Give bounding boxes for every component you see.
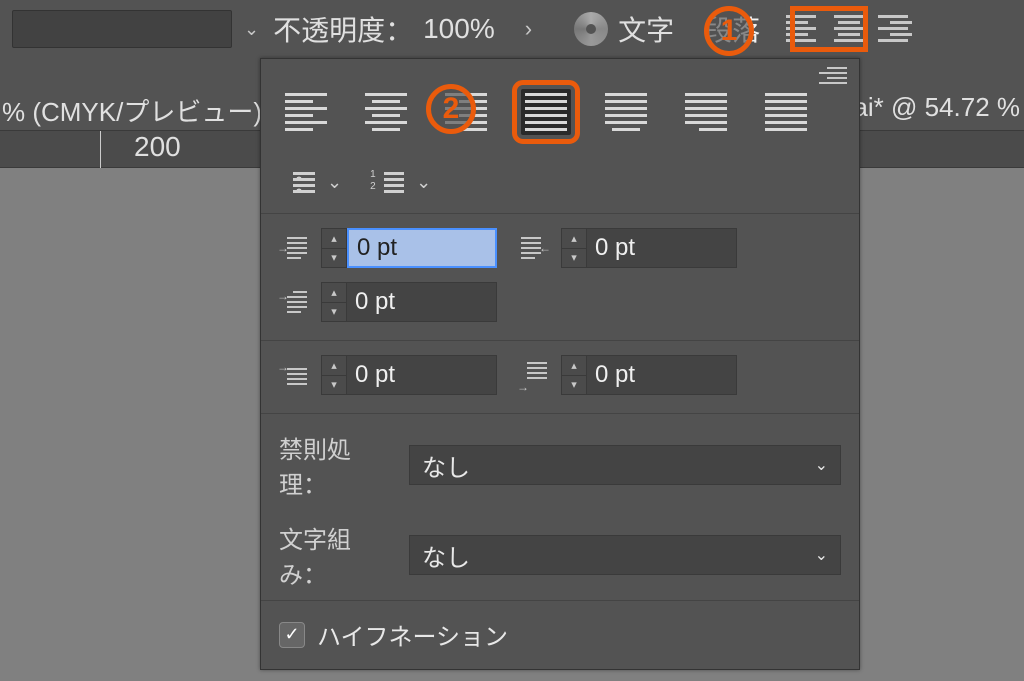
stepper-up-icon[interactable]: ▴ [322, 283, 346, 303]
first-line-indent-input[interactable] [347, 282, 497, 322]
paragraph-panel: ⌄ 12 ⌄ → ▴▾ ← [260, 58, 860, 670]
stepper-up-icon[interactable]: ▴ [322, 356, 346, 376]
mojikumi-select[interactable]: なし ⌄ [409, 535, 841, 575]
kinsoku-select[interactable]: なし ⌄ [409, 445, 841, 485]
stepper-down-icon[interactable]: ▾ [322, 376, 346, 395]
document-tab-left: % (CMYK/プレビュー) [2, 92, 262, 129]
stepper-down-icon[interactable]: ▾ [322, 249, 346, 268]
space-after-input[interactable] [587, 355, 737, 395]
mojikumi-row: 文字組み： なし ⌄ [261, 510, 859, 600]
annotation-1: 1 [704, 6, 754, 56]
justify-all-button[interactable] [521, 89, 571, 135]
justify-last-right-button[interactable] [681, 89, 731, 135]
swatch-dropdown-chevron-icon[interactable]: ⌄ [244, 19, 259, 40]
stepper-up-icon[interactable]: ▴ [562, 229, 586, 249]
chevron-down-icon[interactable]: ⌄ [327, 172, 342, 193]
document-tab-right: .ai* @ 54.72 % [846, 92, 1020, 123]
indent-left-stepper[interactable]: ▴▾ [321, 228, 497, 268]
stepper-down-icon[interactable]: ▾ [562, 376, 586, 395]
space-before-input[interactable] [347, 355, 497, 395]
fill-swatch[interactable] [12, 10, 232, 48]
space-before-icon: → [279, 360, 309, 390]
indent-section: → ▴▾ ← ▴▾ → [261, 213, 859, 340]
kinsoku-value: なし [422, 448, 470, 483]
stepper-buttons[interactable]: ▴▾ [561, 228, 587, 268]
ruler-tick [100, 131, 101, 169]
indent-left-icon: → [279, 233, 309, 263]
cd-icon[interactable] [574, 12, 608, 46]
hyphenation-checkbox[interactable]: ✓ [279, 622, 305, 648]
chevron-down-icon: ⌄ [815, 455, 828, 475]
stepper-down-icon[interactable]: ▾ [322, 303, 346, 322]
ruler-mark-200: 200 [134, 131, 181, 163]
kinsoku-row: 禁則処理： なし ⌄ [261, 420, 859, 510]
panel-menu-icon[interactable] [819, 67, 847, 87]
first-line-indent-stepper[interactable]: ▴▾ [321, 282, 497, 322]
hyphenation-row: ✓ ハイフネーション [261, 600, 859, 668]
space-before-stepper[interactable]: ▴▾ [321, 355, 497, 395]
align-center-button[interactable] [361, 89, 411, 135]
toolbar-align-group [786, 15, 912, 43]
bullet-list-control[interactable]: ⌄ [281, 169, 342, 195]
stepper-buttons[interactable]: ▴▾ [321, 228, 347, 268]
opacity-next-icon[interactable]: › [525, 16, 532, 42]
toolbar-align-left-icon[interactable] [786, 15, 820, 43]
stepper-down-icon[interactable]: ▾ [562, 249, 586, 268]
kinsoku-label: 禁則処理： [279, 430, 397, 500]
numbered-list-control[interactable]: 12 ⌄ [370, 169, 431, 195]
hyphenation-label: ハイフネーション [317, 617, 508, 652]
numbered-list-icon: 12 [370, 169, 406, 195]
chevron-down-icon: ⌄ [815, 545, 828, 565]
space-after-stepper[interactable]: ▴▾ [561, 355, 737, 395]
indent-right-stepper[interactable]: ▴▾ [561, 228, 737, 268]
chevron-down-icon[interactable]: ⌄ [416, 172, 431, 193]
stepper-up-icon[interactable]: ▴ [562, 356, 586, 376]
align-left-button[interactable] [281, 89, 331, 135]
first-line-indent-icon: → [279, 287, 309, 317]
alignment-row [261, 59, 859, 157]
stepper-buttons[interactable]: ▴▾ [561, 355, 587, 395]
indent-right-input[interactable] [587, 228, 737, 268]
justify-last-center-button[interactable] [601, 89, 651, 135]
bullet-list-icon [281, 169, 317, 195]
tab-character-partial[interactable]: 文字 [618, 9, 674, 49]
list-row: ⌄ 12 ⌄ [261, 157, 859, 213]
mojikumi-label: 文字組み： [279, 520, 397, 590]
justify-full-button[interactable] [761, 89, 811, 135]
opacity-value[interactable]: 100% [423, 13, 495, 45]
stepper-buttons[interactable]: ▴▾ [321, 282, 347, 322]
indent-left-input[interactable] [347, 228, 497, 268]
stepper-buttons[interactable]: ▴▾ [321, 355, 347, 395]
top-toolbar: ⌄ 不透明度： 100% › 文字 段落 [0, 0, 1024, 58]
stepper-up-icon[interactable]: ▴ [322, 229, 346, 249]
indent-right-icon: ← [519, 233, 549, 263]
space-after-icon: → [519, 360, 549, 390]
opacity-label: 不透明度： [273, 9, 413, 49]
mojikumi-value: なし [422, 538, 470, 573]
annotation-2: 2 [426, 84, 476, 134]
toolbar-align-right-icon[interactable] [878, 15, 912, 43]
toolbar-align-center-icon[interactable] [832, 15, 866, 43]
space-section: → ▴▾ → ▴▾ [261, 340, 859, 413]
